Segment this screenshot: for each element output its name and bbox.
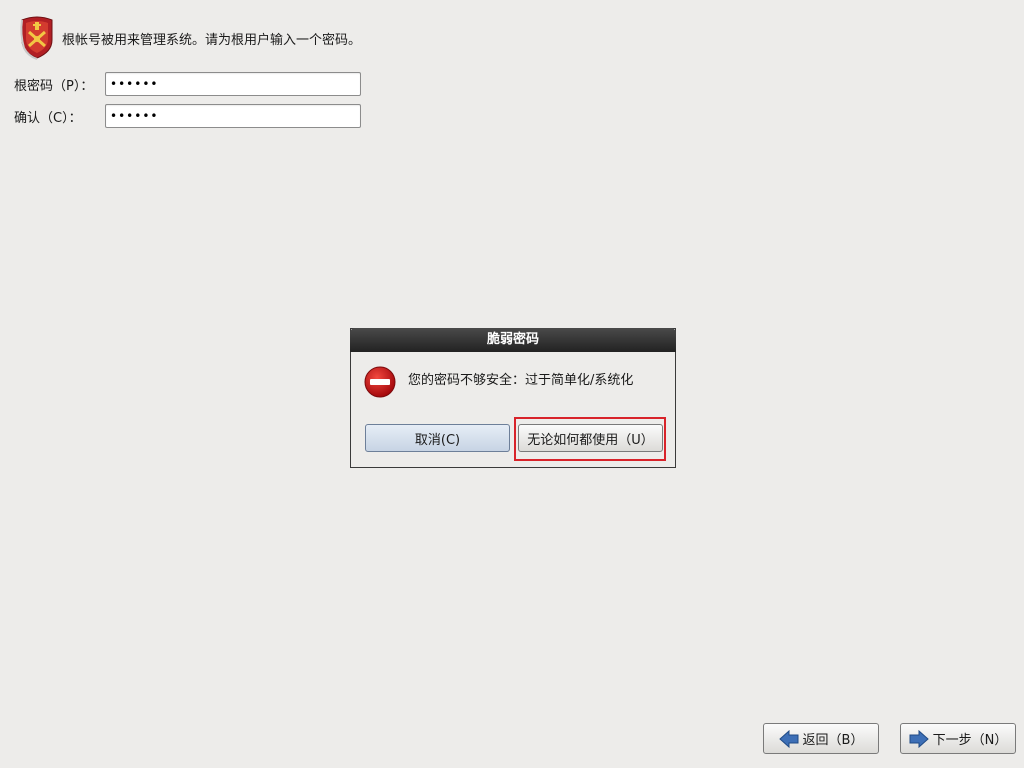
root-password-row: 根密码（P）： bbox=[14, 72, 361, 96]
error-icon bbox=[364, 366, 396, 398]
confirm-password-label: 确认（C）： bbox=[14, 110, 82, 126]
dialog-message: 您的密码不够安全：过于简单化/系统化 bbox=[408, 373, 634, 388]
use-anyway-button-label: 无论如何都使用（U） bbox=[527, 432, 654, 448]
confirm-password-input[interactable] bbox=[105, 104, 361, 128]
header: 根帐号被用来管理系统。请为根用户输入一个密码。 bbox=[18, 14, 361, 60]
arrow-right-icon bbox=[909, 729, 929, 748]
next-button[interactable]: 下一步（N） bbox=[900, 723, 1016, 754]
back-button-label: 返回（B） bbox=[802, 733, 864, 748]
confirm-password-row: 确认（C）： bbox=[14, 104, 361, 128]
use-anyway-button[interactable]: 无论如何都使用（U） bbox=[518, 424, 663, 452]
back-button[interactable]: 返回（B） bbox=[763, 723, 879, 754]
intro-text: 根帐号被用来管理系统。请为根用户输入一个密码。 bbox=[62, 33, 362, 48]
shield-crest-icon bbox=[20, 16, 53, 60]
root-password-label: 根密码（P）： bbox=[14, 78, 94, 94]
arrow-left-icon bbox=[778, 729, 799, 748]
weak-password-dialog: 脆弱密码 您的密码不够安全：过于简单化/系统化 取消(C) 无论如何都使用（U） bbox=[350, 328, 676, 468]
dialog-title: 脆弱密码 bbox=[350, 328, 676, 352]
next-button-label: 下一步（N） bbox=[932, 733, 1008, 748]
cancel-button[interactable]: 取消(C) bbox=[365, 424, 510, 452]
cancel-button-label: 取消(C) bbox=[414, 432, 461, 448]
root-password-input[interactable] bbox=[105, 72, 361, 96]
